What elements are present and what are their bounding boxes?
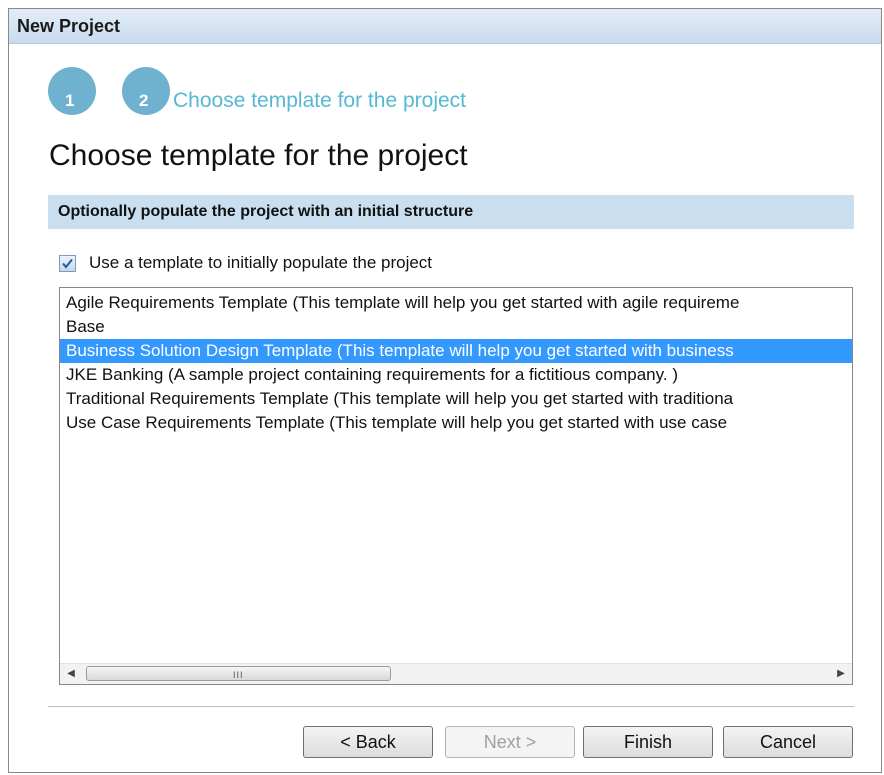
template-list[interactable]: Agile Requirements Template (This templa… bbox=[59, 287, 853, 685]
finish-button[interactable]: Finish bbox=[583, 726, 713, 758]
section-title: Optionally populate the project with an … bbox=[58, 203, 474, 220]
step-1-number: 1 bbox=[65, 91, 75, 110]
use-template-checkbox[interactable] bbox=[59, 255, 76, 272]
cancel-button[interactable]: Cancel bbox=[723, 726, 853, 758]
template-list-item[interactable]: Base bbox=[60, 315, 852, 339]
template-list-item[interactable]: JKE Banking (A sample project containing… bbox=[60, 363, 852, 387]
next-button[interactable]: Next > bbox=[445, 726, 575, 758]
step-2-number: 2 bbox=[139, 91, 149, 110]
scrollbar-grip: III bbox=[233, 670, 244, 680]
scroll-left-arrow-icon[interactable]: ◀ bbox=[60, 664, 82, 684]
template-list-items: Agile Requirements Template (This templa… bbox=[60, 291, 852, 435]
scroll-right-arrow-icon[interactable]: ▶ bbox=[830, 664, 852, 684]
page-title: Choose template for the project bbox=[49, 139, 468, 172]
back-button[interactable]: < Back bbox=[303, 726, 433, 758]
template-list-item[interactable]: Traditional Requirements Template (This … bbox=[60, 387, 852, 411]
current-step-label: Choose template for the project bbox=[173, 89, 466, 112]
step-2-indicator: 2 bbox=[122, 67, 170, 115]
template-list-item[interactable]: Agile Requirements Template (This templa… bbox=[60, 291, 852, 315]
scrollbar-thumb[interactable]: III bbox=[86, 666, 391, 681]
template-list-item[interactable]: Use Case Requirements Template (This tem… bbox=[60, 411, 852, 435]
new-project-dialog: New Project 1 2 Choose template for the … bbox=[8, 8, 882, 773]
step-1-indicator: 1 bbox=[48, 67, 96, 115]
section-header: Optionally populate the project with an … bbox=[48, 195, 854, 229]
template-list-item[interactable]: Business Solution Design Template (This … bbox=[60, 339, 852, 363]
checkmark-icon bbox=[62, 258, 73, 269]
title-bar[interactable]: New Project bbox=[9, 9, 881, 44]
dialog-title: New Project bbox=[17, 16, 121, 36]
use-template-label[interactable]: Use a template to initially populate the… bbox=[89, 253, 432, 273]
button-separator bbox=[48, 706, 854, 707]
horizontal-scrollbar[interactable]: ◀ III ▶ bbox=[60, 663, 852, 684]
